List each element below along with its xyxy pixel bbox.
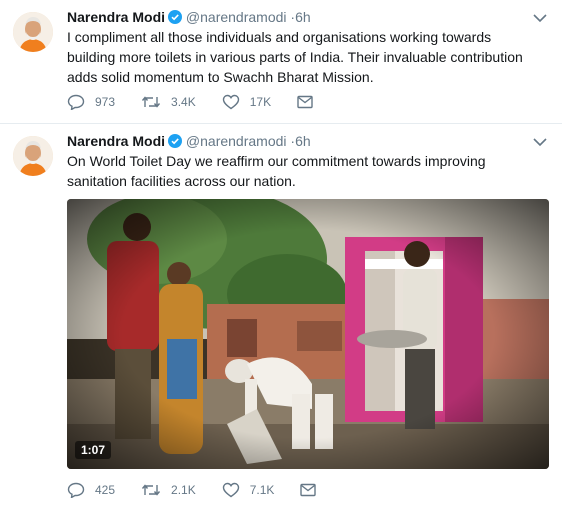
reply-count: 973 bbox=[95, 95, 116, 109]
reply-count: 425 bbox=[95, 483, 116, 497]
heart-icon bbox=[222, 482, 239, 498]
tweet-actions: 973 3.4K 17K bbox=[67, 94, 349, 110]
verified-badge-icon bbox=[168, 10, 183, 28]
tweet-header: Narendra Modi @narendramodi ·6h bbox=[67, 132, 311, 152]
like-count: 17K bbox=[249, 95, 272, 109]
reply-icon bbox=[67, 482, 85, 498]
retweet-button[interactable]: 2.1K bbox=[141, 483, 196, 497]
tweet-text: On World Toilet Day we reaffirm our comm… bbox=[67, 153, 486, 189]
video-player[interactable]: 1:07 bbox=[67, 199, 549, 469]
retweet-button[interactable]: 3.4K bbox=[141, 95, 196, 109]
like-button[interactable]: 7.1K bbox=[222, 482, 275, 498]
reply-button[interactable]: 425 bbox=[67, 482, 115, 498]
timestamp[interactable]: 6h bbox=[295, 133, 311, 149]
heart-icon bbox=[222, 94, 239, 110]
retweet-icon bbox=[141, 484, 161, 496]
retweet-count: 2.1K bbox=[171, 483, 196, 497]
author-handle[interactable]: @narendramodi bbox=[186, 9, 287, 25]
avatar[interactable] bbox=[13, 136, 53, 176]
reply-button[interactable]: 973 bbox=[67, 94, 115, 110]
tweet-text: I compliment all those individuals and o… bbox=[67, 29, 523, 85]
video-duration: 1:07 bbox=[75, 441, 112, 459]
avatar[interactable] bbox=[13, 12, 53, 52]
reply-icon bbox=[67, 94, 85, 110]
chevron-down-icon[interactable] bbox=[532, 11, 548, 23]
envelope-icon bbox=[297, 95, 313, 109]
tweet-header: Narendra Modi @narendramodi ·6h bbox=[67, 8, 311, 28]
like-count: 7.1K bbox=[249, 483, 275, 497]
video-thumbnail bbox=[67, 199, 549, 469]
verified-badge-icon bbox=[168, 134, 183, 152]
retweet-icon bbox=[141, 96, 161, 108]
envelope-icon bbox=[300, 483, 317, 497]
like-button[interactable]: 17K bbox=[222, 94, 271, 110]
author-name[interactable]: Narendra Modi bbox=[67, 9, 165, 25]
direct-message-button[interactable] bbox=[297, 95, 323, 109]
chevron-down-icon[interactable] bbox=[532, 135, 548, 147]
tweet-actions: 425 2.1K 7.1K bbox=[67, 482, 352, 498]
retweet-count: 3.4K bbox=[171, 95, 196, 109]
timestamp[interactable]: 6h bbox=[295, 9, 311, 25]
tweet-1[interactable]: Narendra Modi @narendramodi ·6h I compli… bbox=[0, 0, 562, 124]
tweet-2[interactable]: Narendra Modi @narendramodi ·6h On World… bbox=[0, 124, 562, 509]
direct-message-button[interactable] bbox=[300, 483, 326, 497]
author-handle[interactable]: @narendramodi bbox=[186, 133, 287, 149]
author-name[interactable]: Narendra Modi bbox=[67, 133, 165, 149]
